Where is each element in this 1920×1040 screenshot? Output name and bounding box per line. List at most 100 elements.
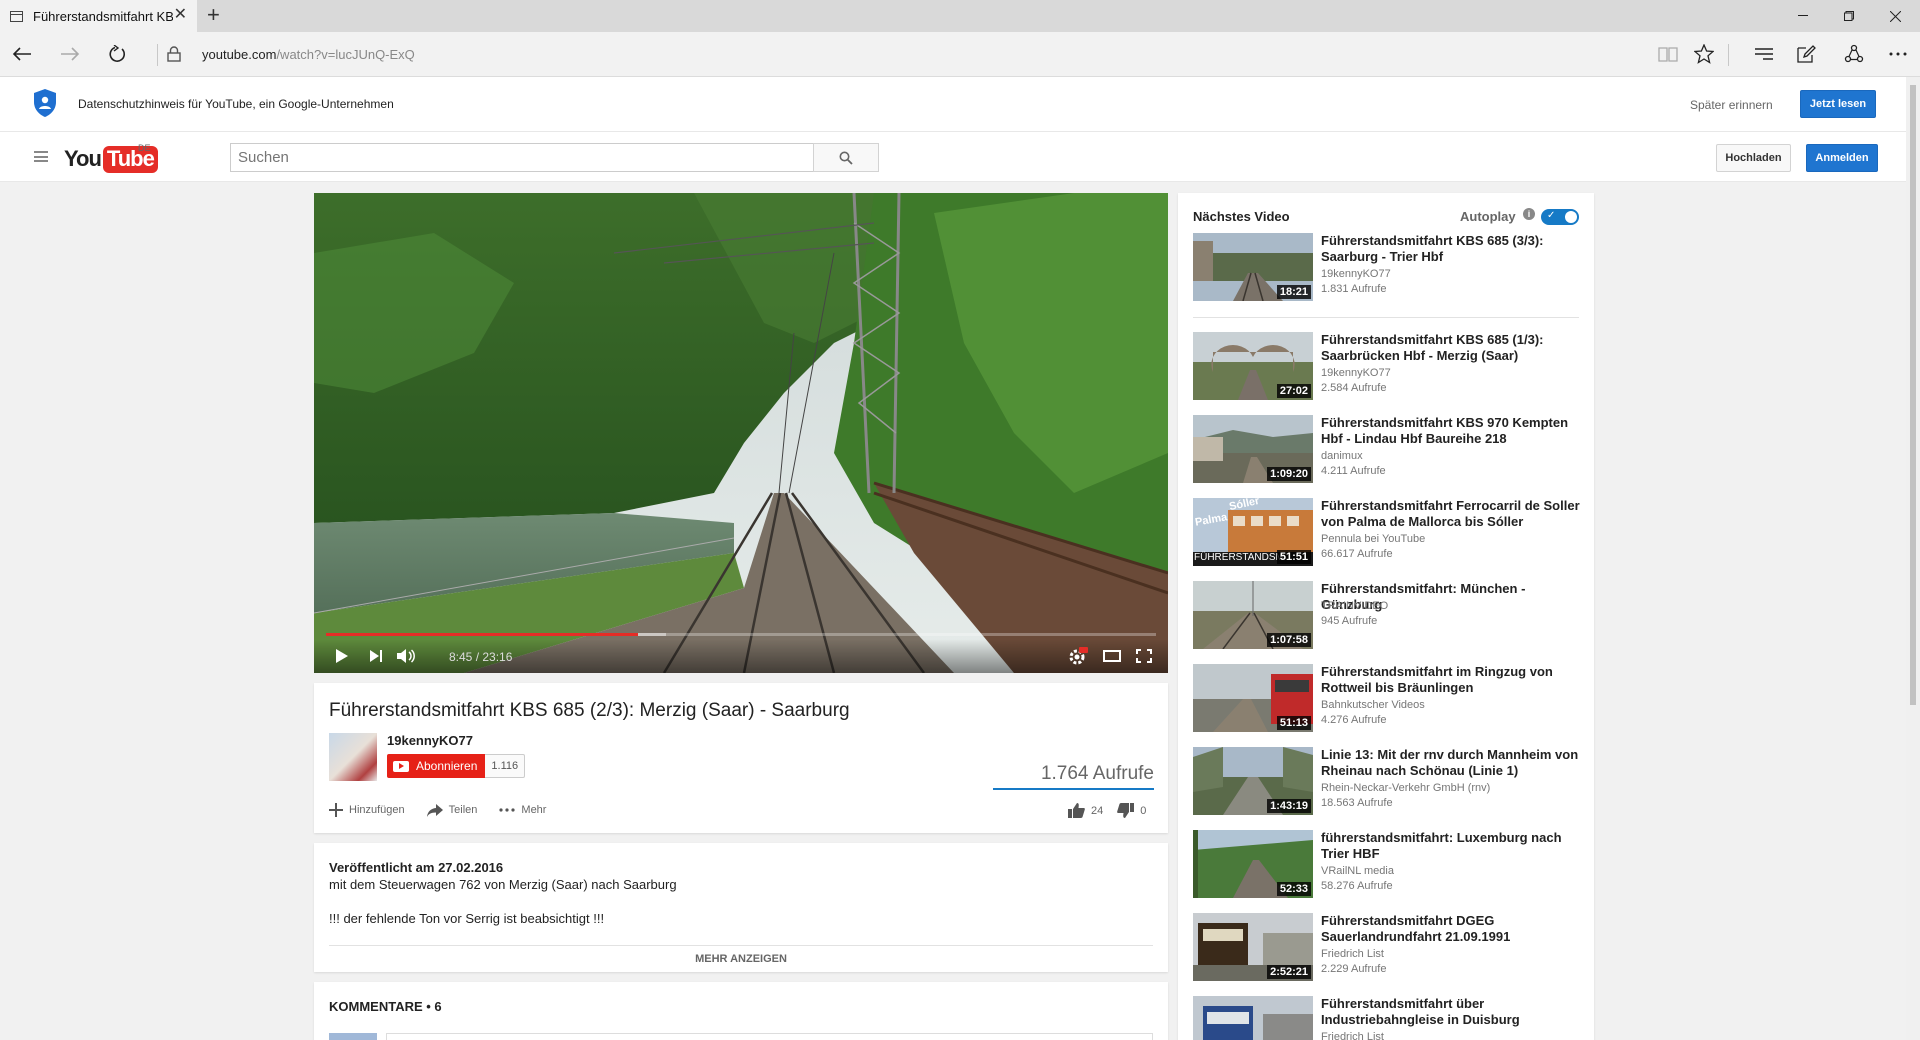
recommendation-item[interactable]: Führerstandsmitfahrt über Industriebahng… bbox=[1193, 996, 1583, 1040]
browser-nav-bar: youtube.com/watch?v=lucJUnQ-ExQ bbox=[0, 32, 1920, 77]
video-thumbnail[interactable]: 18:21 bbox=[1193, 233, 1313, 301]
recommendation-item[interactable]: 1:43:19 Linie 13: Mit der rnv durch Mann… bbox=[1193, 747, 1583, 817]
video-info-card: Führerstandsmitfahrt KBS 685 (2/3): Merz… bbox=[314, 683, 1168, 833]
video-thumbnail[interactable]: 27:02 bbox=[1193, 332, 1313, 400]
show-more-button[interactable]: MEHR ANZEIGEN bbox=[314, 953, 1168, 965]
duration-badge: 1:07:58 bbox=[1267, 633, 1311, 647]
duration-badge: 51:51 bbox=[1276, 550, 1311, 564]
video-thumbnail[interactable] bbox=[1193, 996, 1313, 1040]
recommendation-item[interactable]: 52:33 führerstandsmitfahrt: Luxemburg na… bbox=[1193, 830, 1583, 900]
search-icon bbox=[839, 151, 853, 165]
view-count: 1.764 Aufrufe bbox=[1040, 763, 1154, 784]
channel-avatar[interactable] bbox=[329, 733, 377, 781]
autoplay-toggle[interactable]: ✓ bbox=[1541, 209, 1579, 225]
time-display: 8:45 / 23:16 bbox=[449, 650, 513, 664]
subscribe-button[interactable]: Abonnieren 1.116 bbox=[387, 754, 526, 778]
comment-avatar bbox=[329, 1033, 377, 1040]
rec-title[interactable]: Führerstandsmitfahrt KBS 970 Kempten Hbf… bbox=[1321, 415, 1583, 447]
rec-channel: danimux bbox=[1321, 450, 1363, 462]
rec-title[interactable]: Führerstandsmitfahrt im Ringzug von Rott… bbox=[1321, 664, 1583, 696]
url-host: youtube.com bbox=[202, 47, 277, 62]
settings-gear-icon[interactable] bbox=[1066, 645, 1090, 667]
video-player[interactable]: 8:45 / 23:16 bbox=[314, 193, 1168, 673]
rec-title[interactable]: Führerstandsmitfahrt KBS 685 (3/3): Saar… bbox=[1321, 233, 1583, 265]
play-icon[interactable] bbox=[330, 645, 354, 667]
rec-channel: Rhein-Neckar-Verkehr GmbH (rnv) bbox=[1321, 782, 1491, 794]
back-arrow-icon[interactable] bbox=[4, 38, 40, 70]
thumbs-up-icon[interactable] bbox=[1068, 803, 1085, 818]
address-separator bbox=[157, 44, 158, 66]
menu-icon[interactable] bbox=[34, 151, 48, 162]
video-thumbnail[interactable]: 51:13 bbox=[1193, 664, 1313, 732]
read-now-button[interactable]: Jetzt lesen bbox=[1800, 90, 1876, 118]
like-count: 24 bbox=[1091, 804, 1104, 817]
forward-arrow-icon[interactable] bbox=[52, 38, 88, 70]
recommendation-item[interactable]: 2:52:21 Führerstandsmitfahrt DGEG Sauerl… bbox=[1193, 913, 1583, 983]
video-thumbnail[interactable]: 1:43:19 bbox=[1193, 747, 1313, 815]
rec-channel: Pennula bei YouTube bbox=[1321, 533, 1426, 545]
logo-country-code: DE bbox=[138, 143, 151, 153]
rec-views: 4.276 Aufrufe bbox=[1321, 714, 1387, 726]
recommendation-item[interactable]: 27:02 Führerstandsmitfahrt KBS 685 (1/3)… bbox=[1193, 332, 1583, 402]
fullscreen-icon[interactable] bbox=[1132, 645, 1156, 667]
recommendation-item[interactable]: Palma Sóller FÜHRERSTANDSM 51:51 Führers… bbox=[1193, 498, 1583, 568]
recommendation-item[interactable]: 18:21 Führerstandsmitfahrt KBS 685 (3/3)… bbox=[1193, 233, 1583, 303]
browser-tab[interactable]: Führerstandsmitfahrt KB ✕ bbox=[0, 0, 197, 32]
info-icon[interactable]: i bbox=[1523, 208, 1535, 220]
share-button[interactable]: Teilen bbox=[426, 803, 477, 817]
video-thumbnail[interactable]: 1:07:58 bbox=[1193, 581, 1313, 649]
browser-tab-bar: Führerstandsmitfahrt KB ✕ + bbox=[0, 0, 1920, 32]
restore-icon[interactable] bbox=[1826, 0, 1872, 32]
favorite-star-icon[interactable] bbox=[1686, 38, 1722, 70]
volume-icon[interactable] bbox=[394, 645, 418, 667]
recommendation-item[interactable]: 1:09:20 Führerstandsmitfahrt KBS 970 Kem… bbox=[1193, 415, 1583, 485]
thumb-overlay-fuehrerstand: FÜHRERSTANDSM bbox=[1194, 552, 1284, 563]
rec-title[interactable]: Linie 13: Mit der rnv durch Mannheim von… bbox=[1321, 747, 1583, 779]
rec-views: 2.584 Aufrufe bbox=[1321, 382, 1387, 394]
web-note-icon[interactable] bbox=[1788, 38, 1824, 70]
share-icon[interactable] bbox=[1836, 38, 1872, 70]
rec-title[interactable]: führerstandsmitfahrt: Luxemburg nach Tri… bbox=[1321, 830, 1583, 862]
remind-later-link[interactable]: Später erinnern bbox=[1690, 98, 1773, 112]
sign-in-button[interactable]: Anmelden bbox=[1806, 144, 1878, 172]
rec-title[interactable]: Führerstandsmitfahrt DGEG Sauerlandrundf… bbox=[1321, 913, 1583, 945]
rec-views: 2.229 Aufrufe bbox=[1321, 963, 1387, 975]
address-bar[interactable]: youtube.com/watch?v=lucJUnQ-ExQ bbox=[202, 47, 415, 62]
share-arrow-icon bbox=[426, 803, 443, 817]
new-tab-button[interactable]: + bbox=[207, 4, 220, 26]
video-thumbnail[interactable]: 52:33 bbox=[1193, 830, 1313, 898]
add-to-button[interactable]: Hinzufügen bbox=[329, 803, 405, 817]
thumbs-down-icon[interactable] bbox=[1117, 803, 1135, 818]
video-thumbnail[interactable]: 2:52:21 bbox=[1193, 913, 1313, 981]
reading-view-icon[interactable] bbox=[1650, 38, 1686, 70]
more-button[interactable]: Mehr bbox=[499, 804, 546, 816]
close-window-icon[interactable] bbox=[1872, 0, 1918, 32]
search-button[interactable] bbox=[813, 143, 879, 172]
video-thumbnail[interactable]: Palma Sóller FÜHRERSTANDSM 51:51 bbox=[1193, 498, 1313, 566]
rec-title[interactable]: Führerstandsmitfahrt KBS 685 (1/3): Saar… bbox=[1321, 332, 1583, 364]
next-icon[interactable] bbox=[364, 645, 388, 667]
video-thumbnail[interactable]: 1:09:20 bbox=[1193, 415, 1313, 483]
hub-icon[interactable] bbox=[1746, 38, 1782, 70]
recommendation-item[interactable]: 1:07:58 Führerstandsmitfahrt: München - … bbox=[1193, 581, 1583, 651]
comment-input[interactable] bbox=[386, 1033, 1153, 1040]
progress-bar[interactable] bbox=[326, 633, 1156, 636]
up-next-label: Nächstes Video bbox=[1193, 209, 1290, 224]
rec-title[interactable]: Führerstandsmitfahrt Ferrocarril de Soll… bbox=[1321, 498, 1583, 530]
scrollbar-thumb[interactable] bbox=[1910, 85, 1916, 705]
search-input[interactable] bbox=[230, 143, 814, 172]
more-dots-icon bbox=[499, 808, 516, 812]
recommendation-item[interactable]: 51:13 Führerstandsmitfahrt im Ringzug vo… bbox=[1193, 664, 1583, 734]
theater-mode-icon[interactable] bbox=[1100, 645, 1124, 667]
more-menu-icon[interactable] bbox=[1880, 38, 1916, 70]
page-scrollbar[interactable] bbox=[1906, 77, 1920, 1040]
channel-name[interactable]: 19kennyKO77 bbox=[387, 733, 473, 748]
rec-title[interactable]: Führerstandsmitfahrt über Industriebahng… bbox=[1321, 996, 1583, 1028]
refresh-icon[interactable] bbox=[99, 38, 135, 70]
close-tab-icon[interactable]: ✕ bbox=[174, 7, 187, 23]
minimize-icon[interactable] bbox=[1780, 0, 1826, 32]
lock-icon[interactable] bbox=[167, 46, 181, 62]
privacy-notice-bar: Datenschutzhinweis für YouTube, ein Goog… bbox=[0, 77, 1906, 132]
like-ratio-bar bbox=[993, 788, 1154, 790]
upload-button[interactable]: Hochladen bbox=[1716, 144, 1791, 172]
